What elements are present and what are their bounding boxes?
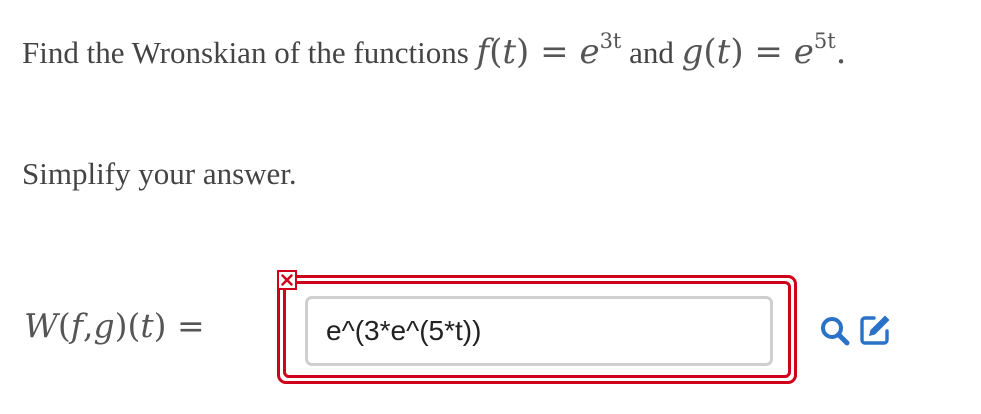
question-text: Find the Wronskian of the functions f(t)… [22,28,846,77]
magnifier-icon [821,317,850,346]
question-prefix: Find the Wronskian of the functions [22,35,469,70]
question-conjunction: and [629,35,674,70]
pencil-square-icon [860,315,890,345]
edit-button[interactable] [857,312,893,348]
instruction-text: Simplify your answer. [22,156,297,191]
f-definition: f(t) = e3t [476,29,622,73]
answer-label: W(f,g)(t) = [24,306,205,345]
answer-input[interactable] [305,296,773,366]
preview-button[interactable] [818,314,852,348]
g-definition: g(t) = e5t. [681,29,847,73]
incorrect-x-icon [277,270,297,290]
